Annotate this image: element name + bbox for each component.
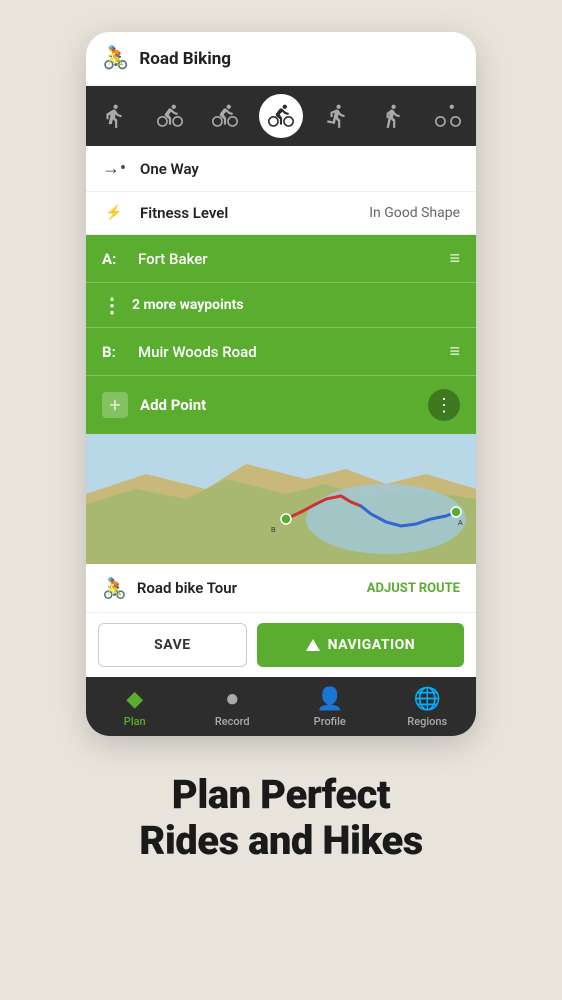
waypoints-section: A: Fort Baker ≡ ⋮ 2 more waypoints B: Mu…: [86, 235, 476, 434]
waypoint-a-row[interactable]: A: Fort Baker ≡: [86, 235, 476, 283]
activity-walk[interactable]: [92, 94, 136, 138]
bottom-nav: ◆ Plan ⏺ Record 👤 Profile 🌐 Regions: [86, 677, 476, 736]
activity-road-bike[interactable]: [259, 94, 303, 138]
add-point-plus-icon: +: [102, 392, 128, 418]
waypoint-b-handle-icon[interactable]: ≡: [449, 341, 460, 362]
phone-mockup: 🚴 Road Biking →•: [86, 32, 476, 736]
more-waypoints-dots-icon: ⋮: [102, 293, 120, 317]
waypoint-b-value: Muir Woods Road: [138, 343, 449, 361]
route-title: Road bike Tour: [137, 579, 367, 597]
waypoint-a-value: Fort Baker: [138, 250, 449, 268]
adjust-route-button[interactable]: ADJUST ROUTE: [367, 581, 460, 596]
tagline-line1: Plan Perfect Rides and Hikes: [139, 772, 423, 864]
record-icon: ⏺: [227, 687, 238, 712]
nav-regions[interactable]: 🌐 Regions: [379, 677, 477, 736]
navigation-label: NAVIGATION: [328, 637, 416, 653]
fitness-value: In Good Shape: [369, 205, 460, 221]
waypoint-b-row[interactable]: B: Muir Woods Road ≡: [86, 328, 476, 376]
activity-mountain-bike[interactable]: [203, 94, 247, 138]
nav-regions-label: Regions: [407, 715, 447, 728]
plan-icon: ◆: [126, 687, 143, 712]
route-type-row[interactable]: →• One Way: [86, 146, 476, 192]
nav-plan-label: Plan: [124, 715, 146, 728]
profile-icon: 👤: [316, 687, 343, 712]
add-point-row[interactable]: + Add Point ⋮: [86, 376, 476, 434]
more-waypoints-row[interactable]: ⋮ 2 more waypoints: [86, 283, 476, 328]
route-info-row: 🚴 Road bike Tour ADJUST ROUTE: [86, 564, 476, 613]
waypoint-b-label: B:: [102, 343, 126, 361]
nav-record[interactable]: ⏺ Record: [184, 677, 282, 736]
navigation-button[interactable]: NAVIGATION: [257, 623, 464, 667]
header-title: Road Biking: [139, 49, 231, 69]
add-point-label: Add Point: [140, 396, 428, 414]
waypoint-a-handle-icon[interactable]: ≡: [449, 248, 460, 269]
nav-record-label: Record: [215, 715, 250, 728]
navigation-arrow-icon: [306, 639, 320, 651]
activity-run[interactable]: [370, 94, 414, 138]
fitness-level-row[interactable]: ⚡ Fitness Level In Good Shape: [86, 192, 476, 235]
action-buttons-row: SAVE NAVIGATION: [86, 613, 476, 677]
fitness-icon: ⚡: [102, 205, 126, 221]
activity-type-bar: [86, 86, 476, 146]
nav-profile[interactable]: 👤 Profile: [281, 677, 379, 736]
save-button[interactable]: SAVE: [98, 623, 247, 667]
nav-plan[interactable]: ◆ Plan: [86, 677, 184, 736]
svg-text:A: A: [458, 520, 463, 527]
fitness-label: Fitness Level: [140, 204, 369, 222]
activity-ski[interactable]: [426, 94, 470, 138]
svg-text:B: B: [271, 527, 276, 534]
activity-hike[interactable]: [315, 94, 359, 138]
route-type-label: One Way: [140, 160, 460, 178]
more-waypoints-text: 2 more waypoints: [132, 297, 244, 313]
nav-profile-label: Profile: [314, 715, 346, 728]
map-area: B A: [86, 434, 476, 564]
regions-icon: 🌐: [414, 687, 441, 712]
waypoint-a-label: A:: [102, 250, 126, 268]
more-options-button[interactable]: ⋮: [428, 389, 460, 421]
activity-type-icon: 🚴: [102, 46, 129, 71]
one-way-icon: →•: [102, 158, 126, 179]
activity-bike[interactable]: [148, 94, 192, 138]
tagline-section: Plan Perfect Rides and Hikes: [109, 772, 453, 864]
route-type-bike-icon: 🚴: [102, 576, 127, 600]
app-header: 🚴 Road Biking: [86, 32, 476, 86]
